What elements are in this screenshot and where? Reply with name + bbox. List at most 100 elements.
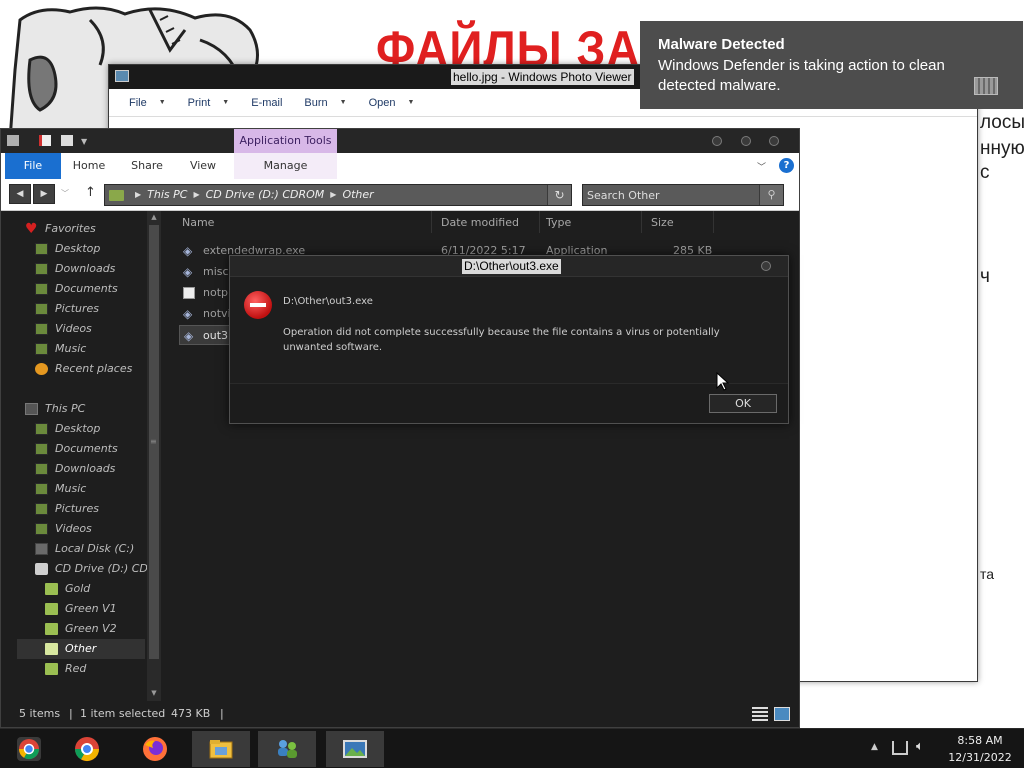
ok-button[interactable]: OK bbox=[709, 394, 777, 413]
ribbon-tabs: File Home Share View Manage ﹀ ? bbox=[1, 153, 799, 179]
computer-icon bbox=[25, 403, 38, 415]
pv-menu-print[interactable]: Print ▼ bbox=[188, 97, 230, 109]
nav-item-pictures[interactable]: Pictures bbox=[35, 299, 145, 319]
nav-item-videos[interactable]: Videos bbox=[35, 519, 145, 539]
breadcrumb-other[interactable]: Other bbox=[342, 185, 373, 205]
properties-icon[interactable] bbox=[39, 135, 51, 146]
tab-share[interactable]: Share bbox=[123, 153, 171, 179]
tab-view[interactable]: View bbox=[179, 153, 227, 179]
chevron-down-icon[interactable]: ﹀ bbox=[757, 160, 766, 173]
taskbar-chrome-legacy[interactable] bbox=[0, 731, 58, 767]
large-icons-view-icon[interactable] bbox=[774, 707, 790, 721]
error-icon bbox=[244, 291, 272, 319]
nav-item-local-disk[interactable]: Local Disk (C:) bbox=[35, 539, 145, 559]
malware-notification[interactable]: Malware Detected Windows Defender is tak… bbox=[640, 21, 1023, 109]
taskbar-network-users[interactable] bbox=[258, 731, 316, 767]
nav-item-music[interactable]: Music bbox=[35, 479, 145, 499]
nav-item-cd-drive[interactable]: CD Drive (D:) CDR bbox=[35, 559, 147, 579]
recent-locations-icon[interactable]: ﹀ bbox=[61, 188, 69, 199]
nav-item-recent-places[interactable]: Recent places bbox=[35, 359, 145, 379]
chevron-down-icon: ▼ bbox=[158, 99, 166, 106]
refresh-icon[interactable]: ↻ bbox=[547, 185, 571, 205]
taskbar-photo-viewer[interactable] bbox=[326, 731, 384, 767]
tab-home[interactable]: Home bbox=[65, 153, 113, 179]
dialog-titlebar[interactable]: D:\Other\out3.exe bbox=[230, 256, 788, 277]
chevron-right-icon[interactable]: ▶ bbox=[193, 185, 199, 205]
nav-folder-green-v1[interactable]: Green V1 bbox=[45, 599, 145, 619]
pv-menu-email[interactable]: E-mail bbox=[251, 97, 282, 109]
taskbar-chrome[interactable] bbox=[58, 731, 116, 767]
forward-button[interactable]: ▶ bbox=[33, 184, 55, 204]
wallpaper-text-line: лосы bbox=[980, 112, 1024, 133]
mouse-cursor-icon bbox=[716, 372, 730, 391]
column-header-size[interactable]: Size bbox=[651, 215, 674, 231]
pv-menu-burn[interactable]: Burn ▼ bbox=[304, 97, 346, 109]
scroll-up-icon[interactable]: ▲ bbox=[149, 211, 159, 223]
taskbar-firefox[interactable] bbox=[126, 731, 184, 767]
help-icon[interactable]: ? bbox=[779, 158, 794, 173]
volume-icon[interactable]: 🔈︎ bbox=[916, 739, 924, 754]
column-header-type[interactable]: Type bbox=[546, 215, 571, 231]
tab-file[interactable]: File bbox=[5, 153, 61, 179]
minimize-button[interactable] bbox=[712, 136, 722, 146]
nav-item-music[interactable]: Music bbox=[35, 339, 145, 359]
nav-item-desktop[interactable]: Desktop bbox=[35, 239, 145, 259]
up-arrow-icon[interactable]: ↑ bbox=[85, 185, 96, 200]
show-hidden-icons-icon[interactable]: ▲ bbox=[871, 742, 878, 752]
explorer-titlebar[interactable]: ▼ Application Tools bbox=[1, 129, 799, 153]
file-explorer-window[interactable]: ▼ Application Tools File Home Share View… bbox=[0, 128, 800, 728]
nav-label: Downloads bbox=[55, 462, 116, 475]
documents-icon bbox=[35, 283, 48, 295]
column-separator[interactable] bbox=[539, 211, 540, 233]
column-separator[interactable] bbox=[641, 211, 642, 233]
firefox-icon bbox=[143, 737, 167, 761]
nav-item-pictures[interactable]: Pictures bbox=[35, 499, 145, 519]
nav-folder-other[interactable]: Other bbox=[17, 639, 145, 659]
taskbar-file-explorer[interactable] bbox=[192, 731, 250, 767]
file-name: notp bbox=[203, 286, 228, 299]
back-button[interactable]: ◀ bbox=[9, 184, 31, 204]
chevron-down-icon[interactable]: ▼ bbox=[81, 137, 93, 148]
dialog-close-button[interactable] bbox=[761, 261, 771, 271]
network-icon[interactable] bbox=[892, 741, 908, 755]
details-view-icon[interactable] bbox=[752, 707, 768, 721]
breadcrumb-cd-drive[interactable]: CD Drive (D:) CDROM bbox=[206, 185, 325, 205]
column-header-name[interactable]: Name bbox=[182, 215, 214, 231]
close-button[interactable] bbox=[769, 136, 779, 146]
nav-item-documents[interactable]: Documents bbox=[35, 439, 145, 459]
clock-date[interactable]: 12/31/2022 bbox=[940, 751, 1020, 764]
search-input[interactable] bbox=[587, 186, 757, 204]
search-icon[interactable]: ⚲ bbox=[759, 185, 783, 205]
nav-favorites[interactable]: ♥ Favorites bbox=[25, 219, 145, 239]
pv-menu-open[interactable]: Open ▼ bbox=[369, 97, 415, 109]
error-dialog[interactable]: D:\Other\out3.exe D:\Other\out3.exe Oper… bbox=[229, 255, 789, 424]
column-separator[interactable] bbox=[713, 211, 714, 233]
nav-item-desktop[interactable]: Desktop bbox=[35, 419, 145, 439]
nav-this-pc[interactable]: This PC bbox=[25, 399, 145, 419]
clock-time[interactable]: 8:58 AM bbox=[940, 734, 1020, 747]
nav-item-downloads[interactable]: Downloads bbox=[35, 459, 145, 479]
nav-folder-green-v2[interactable]: Green V2 bbox=[45, 619, 145, 639]
column-separator[interactable] bbox=[431, 211, 432, 233]
nav-item-videos[interactable]: Videos bbox=[35, 319, 145, 339]
nav-item-downloads[interactable]: Downloads bbox=[35, 259, 145, 279]
column-header-date[interactable]: Date modified bbox=[441, 215, 519, 231]
address-bar[interactable]: ▶ This PC ▶ CD Drive (D:) CDROM ▶ Other … bbox=[104, 184, 572, 206]
tab-manage[interactable]: Manage bbox=[234, 153, 337, 179]
pv-menu-file[interactable]: File ▼ bbox=[129, 97, 166, 109]
scroll-down-icon[interactable]: ▼ bbox=[149, 687, 159, 699]
chevron-right-icon[interactable]: ▶ bbox=[330, 185, 336, 205]
dialog-message: Operation did not complete successfully … bbox=[283, 327, 720, 353]
nav-folder-red[interactable]: Red bbox=[45, 659, 145, 679]
new-folder-icon[interactable] bbox=[61, 135, 73, 146]
maximize-button[interactable] bbox=[741, 136, 751, 146]
breadcrumb-this-pc[interactable]: This PC bbox=[147, 185, 187, 205]
search-box[interactable]: ⚲ bbox=[582, 184, 784, 206]
nav-item-documents[interactable]: Documents bbox=[35, 279, 145, 299]
grip-icon: ≡ bbox=[150, 437, 157, 446]
nav-folder-gold[interactable]: Gold bbox=[45, 579, 145, 599]
nav-label: Documents bbox=[55, 282, 118, 295]
folder-icon bbox=[7, 135, 19, 146]
nav-label: Green V2 bbox=[65, 622, 117, 635]
nav-scrollbar[interactable]: ▲ ≡ ▼ bbox=[147, 211, 161, 701]
